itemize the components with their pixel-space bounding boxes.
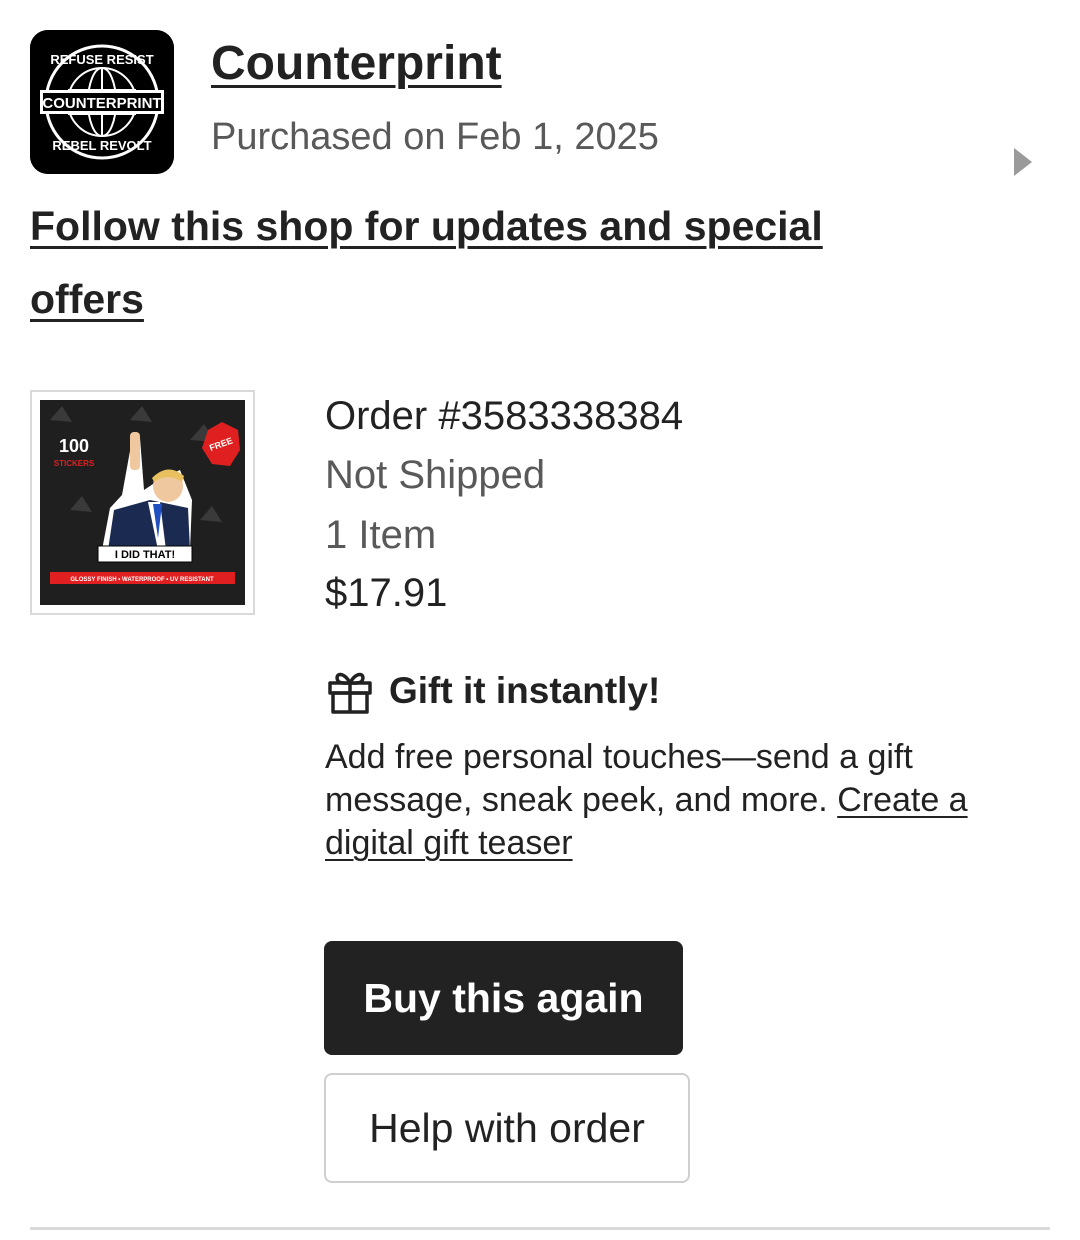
gift-title: Gift it instantly! [389, 670, 661, 711]
buy-again-button[interactable]: Buy this again [324, 941, 683, 1055]
thumb-badge-label: STICKERS [54, 459, 95, 468]
logo-center-text: COUNTERPRINT [42, 95, 161, 112]
divider [30, 1227, 1050, 1230]
order-price: $17.91 [325, 571, 448, 615]
shop-logo[interactable]: COUNTERPRINT REFUSE RESIST REBEL REVOLT [30, 30, 174, 174]
logo-bottom-text: REBEL REVOLT [52, 138, 151, 153]
shop-logo-graphic: COUNTERPRINT REFUSE RESIST REBEL REVOLT [30, 30, 174, 174]
thumb-caption: I DID THAT! [115, 549, 175, 561]
gift-description: Add free personal touches—send a gift me… [325, 736, 1055, 865]
chevron-right-icon[interactable] [1014, 148, 1032, 176]
product-image: 100 STICKERS FREE I DID THAT! GLOSSY FIN… [40, 400, 245, 605]
product-thumbnail[interactable]: 100 STICKERS FREE I DID THAT! GLOSSY FIN… [30, 390, 255, 615]
thumb-badge-count: 100 [59, 436, 89, 456]
gift-icon-graphic [328, 672, 372, 714]
product-image-graphic: 100 STICKERS FREE I DID THAT! GLOSSY FIN… [40, 400, 245, 605]
thumb-footer-text: GLOSSY FINISH • WATERPROOF • UV RESISTAN… [70, 577, 214, 583]
shipping-status: Not Shipped [325, 453, 546, 497]
item-count: 1 Item [325, 513, 437, 557]
gift-description-text: Add free personal touches—send a gift me… [325, 738, 913, 819]
order-card: COUNTERPRINT REFUSE RESIST REBEL REVOLT … [0, 0, 1080, 1240]
logo-top-text: REFUSE RESIST [50, 52, 153, 67]
purchase-date: Purchased on Feb 1, 2025 [211, 116, 659, 158]
gift-icon [326, 667, 374, 715]
shop-name-link[interactable]: Counterprint [211, 36, 502, 91]
follow-shop-link[interactable]: Follow this shop for updates and special… [30, 190, 870, 336]
order-number: Order #3583338384 [325, 394, 684, 438]
help-with-order-button[interactable]: Help with order [324, 1073, 690, 1183]
